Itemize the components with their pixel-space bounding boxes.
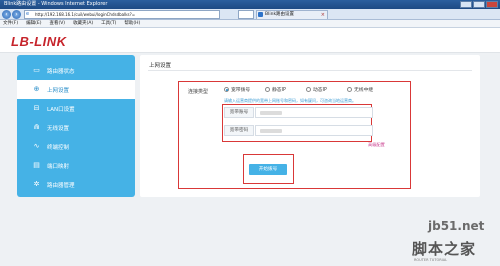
- redacted-value: [260, 129, 282, 133]
- menu-bar: 文件(F) 编辑(E) 查看(V) 收藏夹(A) 工具(T) 帮助(H): [0, 20, 500, 28]
- title-divider: [148, 70, 472, 71]
- minimize-button[interactable]: [460, 1, 472, 8]
- radio-label: 宽带拨号: [231, 88, 251, 93]
- radio-pppoe[interactable]: 宽带拨号: [224, 86, 265, 93]
- password-row: 宽带密码: [224, 125, 374, 136]
- wifi-icon: ⋒: [33, 123, 40, 131]
- sidebar-item-label: 终端控制: [47, 144, 70, 151]
- start-dial-button[interactable]: 开始拨号: [249, 164, 287, 175]
- radio-label: 静态IP: [272, 88, 286, 93]
- tab-label: Blink路由设置: [265, 12, 295, 17]
- search-input[interactable]: [238, 10, 254, 19]
- sidebar-item-label: 无线设置: [47, 125, 70, 132]
- radio-label: 无线中继: [354, 88, 374, 93]
- sidebar-item-label: LAN口设置: [47, 106, 75, 113]
- monitor-icon: ▭: [33, 66, 40, 74]
- radio-static-ip[interactable]: 静态IP: [265, 86, 306, 93]
- globe-icon: ⊕: [33, 85, 40, 93]
- account-input[interactable]: [255, 107, 373, 118]
- sidebar: ▭ 路由器状态 ⊕ 上网设置 ⊟ LAN口设置 ⋒ 无线设置 ∿ 终端控制 ▤ …: [17, 55, 135, 197]
- password-input[interactable]: [255, 125, 373, 136]
- router-header: LB-LINK: [0, 28, 500, 53]
- sidebar-item-label: 路由器管理: [47, 182, 75, 189]
- sidebar-item-label: 路由器状态: [47, 68, 75, 75]
- pulse-icon: ∿: [33, 142, 40, 150]
- gear-icon: ✲: [33, 180, 40, 188]
- close-window-button[interactable]: [486, 1, 498, 8]
- sidebar-item-label: 上网设置: [47, 87, 70, 94]
- redacted-value: [260, 111, 282, 115]
- menu-help[interactable]: 帮助(H): [124, 20, 140, 27]
- window-titlebar: Blink路由设置 - Windows Internet Explorer: [0, 0, 500, 9]
- sidebar-item-terminal-control[interactable]: ∿ 终端控制: [17, 137, 135, 156]
- connection-type-radio-group: 宽带拨号 静态IP 动态IP 无线中继: [224, 86, 388, 93]
- sidebar-item-lan-settings[interactable]: ⊟ LAN口设置: [17, 99, 135, 118]
- radio-dot-icon: [347, 87, 352, 92]
- sidebar-item-port-mapping[interactable]: ▤ 端口映射: [17, 156, 135, 175]
- radio-dot-icon: [306, 87, 311, 92]
- maximize-button[interactable]: [473, 1, 485, 8]
- radio-dynamic-ip[interactable]: 动态IP: [306, 86, 347, 93]
- url-input[interactable]: e http://192.168.16.1/cuil/webui/loginCh…: [24, 10, 220, 19]
- watermark-cn: 脚本之家: [412, 240, 477, 258]
- sidebar-item-router-status[interactable]: ▭ 路由器状态: [17, 61, 135, 80]
- menu-view[interactable]: 查看(V): [49, 20, 65, 27]
- account-label: 宽带账号: [224, 107, 254, 118]
- forward-arrow-icon[interactable]: ›: [12, 10, 21, 19]
- radio-dot-icon: [224, 87, 229, 92]
- main-panel: 上网设置 连接类型 宽带拨号 静态IP 动态IP 无线中继 请输入运营商提供的宽…: [140, 55, 480, 197]
- window-title: Blink路由设置 - Windows Internet Explorer: [4, 1, 108, 7]
- menu-edit[interactable]: 编辑(E): [26, 20, 41, 27]
- sidebar-item-internet-settings[interactable]: ⊕ 上网设置: [17, 80, 135, 99]
- url-text: http://192.168.16.1/cuil/webui/loginChds…: [35, 12, 136, 17]
- page-title: 上网设置: [149, 63, 172, 69]
- advanced-config-link[interactable]: 高级配置: [368, 142, 385, 148]
- watermark-sub: ROUTER TUTORIAL: [414, 258, 448, 262]
- lan-icon: ⊟: [33, 104, 40, 112]
- brand-logo: LB-LINK: [11, 34, 67, 49]
- account-row: 宽带账号: [224, 107, 374, 118]
- tab-favicon-icon: [258, 12, 263, 17]
- sidebar-item-router-management[interactable]: ✲ 路由器管理: [17, 175, 135, 194]
- port-icon: ▤: [33, 161, 40, 169]
- menu-file[interactable]: 文件(F): [3, 20, 18, 27]
- connection-type-label: 连接类型: [188, 89, 209, 95]
- password-label: 宽带密码: [224, 125, 254, 136]
- sidebar-item-label: 端口映射: [47, 163, 70, 170]
- menu-favorites[interactable]: 收藏夹(A): [73, 20, 93, 27]
- radio-label: 动态IP: [313, 88, 327, 93]
- window-controls: [460, 1, 498, 8]
- menu-tools[interactable]: 工具(T): [101, 20, 116, 27]
- sidebar-item-wireless-settings[interactable]: ⋒ 无线设置: [17, 118, 135, 137]
- address-toolbar: ‹ › e http://192.168.16.1/cuil/webui/log…: [0, 9, 500, 20]
- watermark-site: jb51.net: [428, 219, 485, 233]
- radio-dot-icon: [265, 87, 270, 92]
- hint-text: 请输入运营商提供的宽带上网账号和密码，如有疑问，可咨询当地运营商。: [224, 98, 356, 103]
- tab-router-settings-1[interactable]: Blink路由设置 ×: [256, 10, 328, 19]
- back-arrow-icon[interactable]: ‹: [2, 10, 11, 19]
- radio-wireless-repeater[interactable]: 无线中继: [347, 86, 388, 93]
- tab-close-icon[interactable]: ×: [321, 11, 325, 19]
- ie-page-icon: e: [26, 11, 30, 17]
